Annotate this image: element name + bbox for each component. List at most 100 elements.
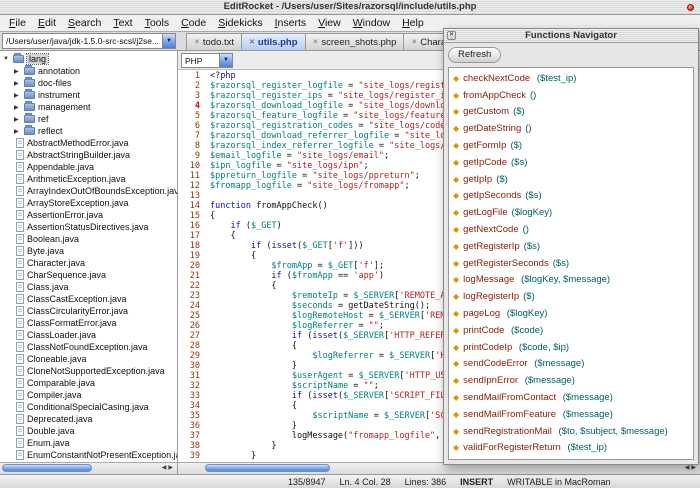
- tree-file-cloneable-java[interactable]: Cloneable.java: [13, 353, 177, 365]
- menu-item-code[interactable]: Code: [175, 17, 212, 29]
- function-item-checknextcode[interactable]: ◆ checkNextCode ($test_ip): [449, 70, 693, 87]
- tree-file-clonenotsupportedexception-java[interactable]: CloneNotSupportedException.java: [13, 365, 177, 377]
- tab-close-icon[interactable]: ✕: [411, 38, 417, 46]
- close-icon[interactable]: ✕: [447, 31, 456, 40]
- tree-file-arraystoreexception-java[interactable]: ArrayStoreException.java: [13, 197, 177, 209]
- tree-file-byte-java[interactable]: Byte.java: [13, 245, 177, 257]
- tree-file-classnotfoundexception-java[interactable]: ClassNotFoundException.java: [13, 341, 177, 353]
- function-item-fromappcheck[interactable]: ◆ fromAppCheck (): [449, 87, 693, 104]
- tab-utils-php[interactable]: ✕ utils.php: [241, 33, 305, 50]
- menu-item-view[interactable]: View: [312, 17, 347, 29]
- function-item-sendmailfromcontact[interactable]: ◆ sendMailFromContact ($message): [449, 389, 693, 406]
- function-item-printcodeip[interactable]: ◆ printCodeIp ($code, $ip): [449, 339, 693, 356]
- function-item-getipcode[interactable]: ◆ getIpCode ($s): [449, 154, 693, 171]
- disclosure-closed-icon[interactable]: ▶: [14, 92, 21, 99]
- tree-folder-annotation[interactable]: ▶ annotation: [11, 65, 177, 77]
- tree-file-enumconstantnotpresentexception-java[interactable]: EnumConstantNotPresentException.java: [13, 449, 177, 461]
- tree-file-deprecated-java[interactable]: Deprecated.java: [13, 413, 177, 425]
- tree-file-charsequence-java[interactable]: CharSequence.java: [13, 269, 177, 281]
- function-name: getFormIp: [463, 140, 507, 152]
- tree-file-assertionstatusdirectives-java[interactable]: AssertionStatusDirectives.java: [13, 221, 177, 233]
- menu-item-help[interactable]: Help: [396, 17, 430, 29]
- tree-folder-reflect[interactable]: ▶ reflect: [11, 125, 177, 137]
- function-item-getformip[interactable]: ◆ getFormIp ($): [449, 137, 693, 154]
- function-item-getregisterseconds[interactable]: ◆ getRegisterSeconds ($s): [449, 255, 693, 272]
- tab-close-icon[interactable]: ✕: [249, 38, 255, 46]
- tree-file-classloader-java[interactable]: ClassLoader.java: [13, 329, 177, 341]
- function-item-pagelog[interactable]: ◆ pageLog ($logKey): [449, 305, 693, 322]
- function-item-getregisterip[interactable]: ◆ getRegisterIp ($s): [449, 238, 693, 255]
- status-mode: INSERT: [460, 476, 494, 487]
- tree-file-abstractmethoderror-java[interactable]: AbstractMethodError.java: [13, 137, 177, 149]
- function-item-getnextcode[interactable]: ◆ getNextCode(): [449, 221, 693, 238]
- menu-item-sidekicks[interactable]: Sidekicks: [212, 17, 268, 29]
- function-item-validforregisterreturn[interactable]: ◆ validForRegisterReturn ($test_ip): [449, 440, 693, 457]
- disclosure-closed-icon[interactable]: ▶: [14, 80, 21, 87]
- disclosure-closed-icon[interactable]: ▶: [14, 68, 21, 75]
- tree-file-classformaterror-java[interactable]: ClassFormatError.java: [13, 317, 177, 329]
- tree-root-lang[interactable]: ▼ lang: [0, 53, 177, 65]
- function-item-logmessage[interactable]: ◆ logMessage ($logKey, $message): [449, 272, 693, 289]
- disclosure-open-icon[interactable]: ▼: [3, 56, 10, 62]
- tree-file-boolean-java[interactable]: Boolean.java: [13, 233, 177, 245]
- title-bar[interactable]: EditRocket - /Users/user/Sites/razorsql/…: [0, 0, 700, 15]
- tree-file-conditionalspecialcasing-java[interactable]: ConditionalSpecialCasing.java: [13, 401, 177, 413]
- function-item-printcode[interactable]: ◆ printCode ($code): [449, 322, 693, 339]
- disclosure-closed-icon[interactable]: ▶: [14, 128, 21, 135]
- chevron-down-icon[interactable]: ▼: [162, 34, 175, 48]
- refresh-button[interactable]: Refresh: [448, 47, 502, 63]
- function-item-getipip[interactable]: ◆ getIpIp ($): [449, 171, 693, 188]
- tree-file-enum-java[interactable]: Enum.java: [13, 437, 177, 449]
- tab-close-icon[interactable]: ✕: [194, 38, 200, 46]
- function-args: ($test_ip): [534, 72, 577, 84]
- function-item-sendmailfromfeature[interactable]: ◆ sendMailFromFeature ($message): [449, 406, 693, 423]
- function-item-getipseconds[interactable]: ◆ getIpSeconds ($s): [449, 188, 693, 205]
- menu-item-edit[interactable]: Edit: [32, 17, 62, 29]
- menu-item-tools[interactable]: Tools: [139, 17, 176, 29]
- tree-file-class-java[interactable]: Class.java: [13, 281, 177, 293]
- functions-navigator-title-bar[interactable]: ✕ Functions Navigator: [444, 29, 698, 43]
- function-item-sendcodeerror[interactable]: ◆ sendCodeError ($message): [449, 356, 693, 373]
- tree-file-compiler-java[interactable]: Compiler.java: [13, 389, 177, 401]
- tree-file-appendable-java[interactable]: Appendable.java: [13, 161, 177, 173]
- tree-folder-doc-files[interactable]: ▶ doc-files: [11, 77, 177, 89]
- function-item-logregisterip[interactable]: ◆ logRegisterIp ($): [449, 288, 693, 305]
- tab-close-icon[interactable]: ✕: [313, 38, 319, 46]
- tree-file-classcastexception-java[interactable]: ClassCastException.java: [13, 293, 177, 305]
- tree-file-character-java[interactable]: Character.java: [13, 257, 177, 269]
- language-combo[interactable]: PHP ▼: [181, 52, 233, 68]
- tree-folder-instrument[interactable]: ▶ instrument: [11, 89, 177, 101]
- function-item-getcustom[interactable]: ◆ getCustom ($): [449, 104, 693, 121]
- menu-item-text[interactable]: Text: [107, 17, 138, 29]
- tree-label: doc-files: [38, 78, 72, 88]
- menu-item-window[interactable]: Window: [347, 17, 396, 29]
- function-item-getlogfile[interactable]: ◆ getLogFile ($logKey): [449, 204, 693, 221]
- tree-file-classcircularityerror-java[interactable]: ClassCircularityError.java: [13, 305, 177, 317]
- tree-file-abstractstringbuilder-java[interactable]: AbstractStringBuilder.java: [13, 149, 177, 161]
- function-item-sendregistrationmail[interactable]: ◆ sendRegistrationMail ($to, $subject, $m…: [449, 423, 693, 440]
- tree-label: Comparable.java: [27, 378, 96, 388]
- directory-combo[interactable]: /Users/user/java/jdk-1.5.0-src-scsl/j2se…: [2, 33, 176, 49]
- function-item-getdatestring[interactable]: ◆ getDateString(): [449, 120, 693, 137]
- function-item-sendipnerror[interactable]: ◆ sendIpnError ($message): [449, 372, 693, 389]
- tree-file-comparable-java[interactable]: Comparable.java: [13, 377, 177, 389]
- tab-todo-txt[interactable]: ✕ todo.txt: [186, 33, 242, 50]
- sidebar-horizontal-scrollbar[interactable]: ◀▶: [0, 462, 177, 474]
- menu-item-file[interactable]: File: [3, 17, 32, 29]
- tree-file-arithmeticexception-java[interactable]: ArithmeticException.java: [13, 173, 177, 185]
- chevron-down-icon[interactable]: ▼: [219, 53, 232, 67]
- tree-folder-ref[interactable]: ▶ ref: [11, 113, 177, 125]
- scroll-left-right-icons[interactable]: ◀▶: [162, 463, 175, 474]
- tree-file-arrayindexoutofboundsexception-java[interactable]: ArrayIndexOutOfBoundsException.java: [13, 185, 177, 197]
- close-window-icon[interactable]: [687, 4, 694, 11]
- menu-item-search[interactable]: Search: [62, 17, 107, 29]
- scrollbar-thumb[interactable]: [2, 464, 92, 472]
- tab-screen-shots-php[interactable]: ✕ screen_shots.php: [304, 33, 404, 50]
- tree-folder-management[interactable]: ▶ management: [11, 101, 177, 113]
- tree-file-double-java[interactable]: Double.java: [13, 425, 177, 437]
- menu-item-inserts[interactable]: Inserts: [269, 17, 313, 29]
- tree-file-assertionerror-java[interactable]: AssertionError.java: [13, 209, 177, 221]
- disclosure-closed-icon[interactable]: ▶: [14, 104, 21, 111]
- disclosure-closed-icon[interactable]: ▶: [14, 116, 21, 123]
- scrollbar-thumb[interactable]: [205, 464, 330, 472]
